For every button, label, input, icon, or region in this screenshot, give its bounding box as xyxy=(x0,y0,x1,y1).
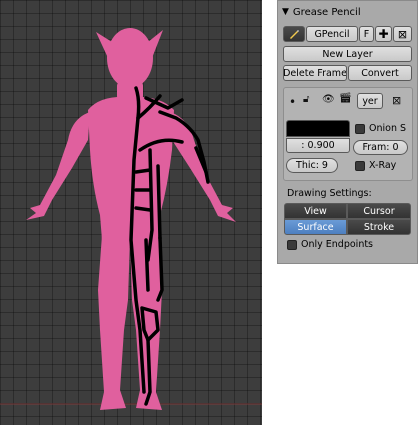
triangle-down-icon[interactable]: ▼ xyxy=(282,7,289,17)
opacity-field[interactable]: : 0.900 xyxy=(286,138,350,153)
grease-pencil-panel: ▼ Grease Pencil GPencil F ✚ ⊠ New Layer … xyxy=(277,0,418,264)
new-layer-button[interactable]: New Layer xyxy=(283,46,412,62)
layer-color-swatch[interactable] xyxy=(286,120,350,137)
xray-label: X-Ray xyxy=(369,160,397,171)
panel-title: Grease Pencil xyxy=(292,6,361,18)
xray-checkbox[interactable] xyxy=(355,161,365,171)
datablock-name-field[interactable]: GPencil xyxy=(306,26,358,42)
eye-icon[interactable]: 👁︎ xyxy=(322,95,335,105)
stroke-button[interactable]: Stroke xyxy=(347,219,411,235)
thickness-field[interactable]: Thic: 9 xyxy=(286,158,338,173)
only-endpoints-checkbox[interactable] xyxy=(287,240,297,250)
layer-remove-x-icon[interactable]: ⊠ xyxy=(392,95,401,106)
plus-icon[interactable]: ✚ xyxy=(375,26,392,42)
x-icon[interactable]: ⊠ xyxy=(393,26,412,42)
view-button[interactable]: View xyxy=(284,203,347,219)
delete-frame-button[interactable]: Delete Frame xyxy=(283,65,347,81)
onion-skin-label: Onion S xyxy=(369,123,407,134)
dot-icon[interactable]: • xyxy=(289,96,296,108)
fake-user-button[interactable]: F xyxy=(359,26,374,42)
cursor-button[interactable]: Cursor xyxy=(347,203,411,219)
convert-button[interactable]: Convert xyxy=(348,65,412,81)
drawing-settings-title: Drawing Settings: xyxy=(287,188,372,199)
viewport-scene xyxy=(0,28,262,410)
only-endpoints-label: Only Endpoints xyxy=(301,239,374,250)
clapper-icon[interactable]: 🎬︎ xyxy=(339,94,352,104)
layer-name-field[interactable]: yer xyxy=(357,93,383,109)
3d-viewport[interactable] xyxy=(0,0,262,425)
surface-button[interactable]: Surface xyxy=(284,219,347,235)
onion-skin-checkbox[interactable] xyxy=(355,124,365,134)
panel-header[interactable]: ▼ Grease Pencil xyxy=(282,4,361,20)
lock-icon[interactable]: 🔓︎ xyxy=(303,95,309,105)
frames-field[interactable]: Fram: 0 xyxy=(353,140,408,155)
pencil-icon[interactable] xyxy=(283,26,305,42)
